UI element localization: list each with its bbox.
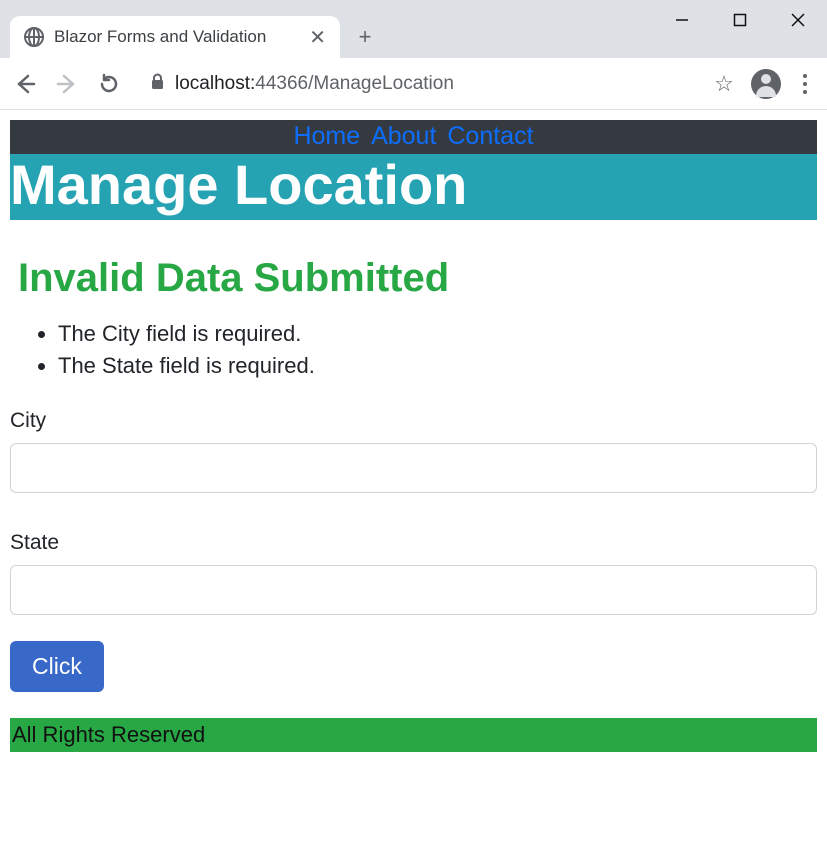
tab-title: Blazor Forms and Validation — [54, 27, 299, 47]
validation-message: Invalid Data Submitted — [18, 256, 817, 301]
validation-error-item: The State field is required. — [58, 353, 817, 379]
new-tab-button[interactable]: + — [346, 18, 384, 56]
browser-toolbar: localhost:44366/ManageLocation ☆ — [0, 58, 827, 110]
nav-contact[interactable]: Contact — [447, 122, 533, 150]
main-content: Invalid Data Submitted The City field is… — [10, 220, 817, 752]
state-label: State — [10, 531, 817, 555]
window-controls — [653, 0, 827, 40]
address-bar[interactable]: localhost:44366/ManageLocation — [136, 73, 697, 95]
url-path: 44366/ManageLocation — [255, 73, 454, 94]
browser-tab-strip: Blazor Forms and Validation ✕ + — [0, 0, 827, 58]
state-input[interactable] — [10, 565, 817, 615]
menu-kebab-icon[interactable] — [793, 74, 817, 94]
footer: All Rights Reserved — [10, 718, 817, 752]
profile-avatar-icon[interactable] — [751, 69, 781, 99]
city-label: City — [10, 409, 817, 433]
submit-button[interactable]: Click — [10, 641, 104, 692]
page-viewport: Home About Contact Manage Location Inval… — [0, 110, 827, 762]
maximize-button[interactable] — [711, 0, 769, 40]
validation-error-item: The City field is required. — [58, 321, 817, 347]
nav-about[interactable]: About — [371, 122, 436, 150]
page-title: Manage Location — [10, 154, 817, 220]
globe-icon — [24, 27, 44, 47]
city-input[interactable] — [10, 443, 817, 493]
minimize-button[interactable] — [653, 0, 711, 40]
browser-tab[interactable]: Blazor Forms and Validation ✕ — [10, 16, 340, 58]
close-tab-icon[interactable]: ✕ — [309, 25, 326, 50]
close-window-button[interactable] — [769, 0, 827, 40]
forward-button[interactable] — [52, 69, 82, 99]
top-nav: Home About Contact — [10, 120, 817, 155]
bookmark-star-icon[interactable]: ☆ — [709, 69, 739, 99]
url-host: localhost: — [175, 73, 255, 94]
nav-home[interactable]: Home — [293, 122, 360, 150]
lock-icon — [150, 73, 165, 94]
validation-errors: The City field is required. The State fi… — [58, 321, 817, 379]
reload-button[interactable] — [94, 69, 124, 99]
url-text: localhost:44366/ManageLocation — [175, 73, 454, 95]
back-button[interactable] — [10, 69, 40, 99]
